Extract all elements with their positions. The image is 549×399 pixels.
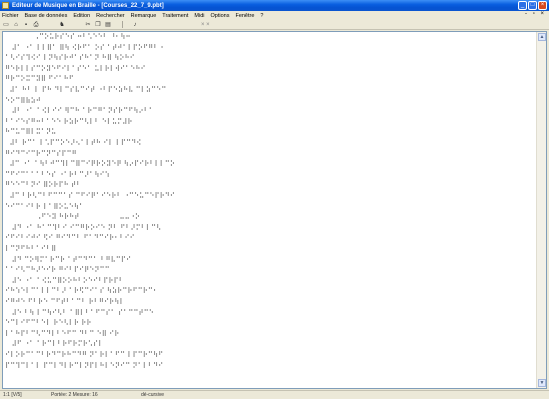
menu-bar: Fichier Base de données Edition Recherch… (0, 11, 549, 20)
toolbar-separator (122, 21, 123, 28)
braille-line[interactable]: ⠼⠃ ⠗⠉⠁ ⠇⠡⠏⠉⠕⠑⠜⠢⠁⠇⠞⠓ ⠊⠇ ⠇⠏⠉⠙⠪ (5, 139, 141, 147)
braille-line[interactable]: ⠁⠣⠊⠎⠹⠪⠊ ⠇⠝⠳⠎⠗⠚⠁⠎⠓⠁⠝ ⠓⠿ ⠳⠕⠓⠊ (5, 54, 135, 62)
braille-line[interactable]: ⠼⠁ ⠓⠃ ⠇ ⠏⠓ ⠙⠇⠉⠎⠧⠉⠊⠞ ⠐⠃⠏⠑⠵⠓⠧ ⠉⠇⠵⠉⠑⠉ (5, 86, 166, 94)
menu-options[interactable]: Options (210, 13, 229, 19)
status-position: 1:1 [V/5] (3, 392, 22, 398)
braille-line[interactable]: ⠊⠛⠚⠑ ⠋⠃⠗⠑ ⠉⠋⠞⠃⠁⠉⠃ ⠗⠃⠛⠊⠗⠳⠇ (5, 298, 124, 306)
braille-line[interactable]: ⠛⠗⠉⠕⠭⠉⠽⠿ ⠋⠊⠁⠓⠋ (5, 75, 74, 83)
menu-traitement[interactable]: Traitement (162, 13, 188, 19)
braille-line[interactable]: ⠉⠋⠊⠉⠁⠁⠁⠃⠑⠎ ⠐⠁⠗⠃⠉⠜⠁⠳⠊⠱ (5, 171, 110, 179)
minimize-icon[interactable]: _ (518, 1, 527, 10)
maximize-icon[interactable]: □ (528, 1, 537, 10)
status-parts: Portée: 2 Mesure: 16 (51, 392, 98, 398)
scroll-up-icon[interactable]: ▲ (538, 33, 546, 41)
braille-document[interactable]: ⠠⠉⠕⠥⠗⠎⠑⠎ ⠒⠃⠡⠑⠑⠃ ⠘⠂⠳⠒ ⠼⠁ ⠐⠁ ⠇⠇⠿⠁ ⠿⠳ ⠪⠗⠋⠁ … (5, 33, 536, 388)
menu-fenetre[interactable]: Fenêtre (235, 13, 254, 19)
braille-line[interactable]: ⠑⠉⠇⠊⠋⠉⠃⠑⠇ ⠗⠑⠣⠇⠗ ⠗⠗ (5, 319, 91, 327)
app-icon[interactable] (2, 2, 9, 9)
menu-edition[interactable]: Edition (73, 13, 90, 19)
braille-line[interactable]: ⠼⠉ ⠃⠗⠣⠉⠃⠋⠉⠉⠁⠎ ⠉⠋⠊⠟⠁⠊⠑⠗⠃ ⠐⠉⠑⠥⠉⠑⠏⠗⠙⠊ (5, 192, 175, 200)
play-icon[interactable]: ♪ (131, 21, 139, 29)
braille-line[interactable]: ⠇⠉⠝⠋⠓⠃⠁⠊⠃⠿ (5, 245, 56, 253)
braille-document-frame: ⠠⠉⠕⠥⠗⠎⠑⠎ ⠒⠃⠡⠑⠑⠃ ⠘⠂⠳⠒ ⠼⠁ ⠐⠁ ⠇⠇⠿⠁ ⠿⠳ ⠪⠗⠋⠁ … (2, 31, 547, 389)
braille-line[interactable]: ⠼⠋ ⠐⠁ ⠁⠗⠉⠇⠃⠗⠋⠗⠍⠗⠡⠎⠇ (5, 340, 104, 348)
braille-line[interactable]: ⠛⠑⠑⠉⠃⠝⠊ ⠿⠕⠗⠏⠓ ⠞⠃ (5, 181, 81, 189)
close-icon[interactable]: × (538, 1, 547, 10)
paste-icon[interactable]: ▤ (104, 21, 112, 29)
braille-line[interactable]: ⠼⠃ ⠐⠁ ⠁⠪⠇⠊⠊ ⠻⠉⠓ ⠁⠗⠉⠛⠁⠝⠎⠗⠉⠋⠳⠔⠃⠁ (5, 107, 154, 115)
vertical-scrollbar[interactable]: ▲ ▼ (536, 32, 546, 388)
menu-help[interactable]: ? (260, 13, 263, 19)
braille-line[interactable]: ⠏⠉⠹⠉⠇⠁⠇ ⠏⠉⠇⠙⠇⠗⠉⠇⠝⠏⠇⠓⠇⠑⠝⠊⠉ ⠝⠁⠇⠃⠙⠊ (5, 362, 163, 370)
title-bar[interactable]: Editeur de Musique en Braille - [Courses… (0, 0, 549, 11)
copy-icon[interactable]: ❐ (94, 21, 102, 29)
save-icon[interactable]: ▪ (22, 21, 30, 29)
window-controls: _ □ × (518, 1, 547, 10)
braille-line[interactable]: ⠊⠓⠱⠑⠇⠉⠁⠇⠇⠉⠃⠜ ⠁⠗⠫⠉⠊⠁⠎ ⠳⠵⠗⠉⠗⠋⠉⠗⠉⠂ (5, 287, 158, 295)
menu-base-de-donnees[interactable]: Base de données (25, 13, 68, 19)
extra-tool-glyphs[interactable]: × × (201, 21, 210, 29)
braille-line[interactable]: ⠼⠙ ⠐⠁ ⠓⠁⠉⠹⠃⠊ ⠊⠉⠛⠗⠕⠊⠑ ⠝⠃ ⠋⠃⠜⠍⠃⠇⠉⠣ (5, 224, 162, 232)
menu-fichier[interactable]: Fichier (2, 13, 19, 19)
scroll-down-icon[interactable]: ▼ (538, 379, 546, 387)
braille-line[interactable]: ⠃⠁⠊⠑⠎⠛⠒⠃⠁⠑⠑ ⠗⠵⠗⠉⠣⠇⠃ ⠑⠇⠥⠍⠼⠗ (5, 118, 133, 126)
print-icon[interactable]: ⎙ (32, 21, 40, 29)
braille-line[interactable]: ⠑⠕⠉⠿⠷⠵⠚ (5, 97, 41, 105)
status-bar: 1:1 [V/5] Portée: 2 Mesure: 16 dé-cursiv… (0, 390, 549, 399)
new-icon[interactable]: ▭ (2, 21, 10, 29)
cut-icon[interactable]: ✂ (84, 21, 92, 29)
braille-line[interactable]: ⠼⠑ ⠐⠁ ⠁⠪⠥⠉⠿⠕⠕⠓⠃⠕⠑⠊⠃⠏⠗⠏⠃ (5, 277, 124, 285)
toolbar: ▭ ⌂ ▪ ⎙ ♞ ✂ ❐ ▤ ♪ × × (0, 20, 549, 30)
open-icon[interactable]: ⌂ (12, 21, 20, 29)
braille-line[interactable]: ⠊⠇⠕⠗⠉⠁⠉⠃⠗⠙⠉⠗⠓⠉⠙⠛ ⠝⠁⠗⠇⠁⠋⠉ ⠇⠏⠉⠗⠉⠳⠋ (5, 351, 163, 359)
braille-line[interactable]: ⠛⠊⠙⠉⠊⠉⠗⠉⠝⠉⠎⠏⠉⠛ (5, 150, 77, 158)
braille-line[interactable]: ⠛⠑⠗⠇⠇⠎⠉⠕⠽⠑⠋⠊⠇⠁⠎⠑⠁ ⠥⠇⠗⠇⠺⠊⠁⠑⠓⠊ (5, 65, 146, 73)
menu-remarque[interactable]: Remarque (131, 13, 157, 19)
braille-line[interactable]: ⠠⠋⠑⠽ ⠓⠗⠓⠞ ⠤⠤⠐⠕ (5, 213, 140, 221)
braille-line[interactable]: ⠊⠋⠊⠃⠊⠚⠊ ⠫⠊ ⠛⠊⠙⠉⠃ ⠋⠁⠙⠉⠊⠗⠂⠃⠊⠊ (5, 234, 135, 242)
braille-line[interactable]: ⠁⠁⠊⠣⠉⠓⠜⠑⠊⠗ ⠛⠊⠃⠏⠊⠟⠑⠝⠉⠉ (5, 266, 110, 274)
braille-line[interactable]: ⠼⠁ ⠐⠁ ⠇⠇⠿⠁ ⠿⠳ ⠪⠗⠋⠁ ⠕⠎ ⠁⠞⠚⠁⠇⠏⠕⠋⠛⠃ ⠂ (5, 44, 166, 52)
find-icon[interactable]: ♞ (58, 21, 66, 29)
braille-line[interactable]: ⠼⠑ ⠃⠳ ⠇⠉⠳⠊⠣⠃ ⠁⠿⠇⠃⠁⠋⠉⠎⠁ ⠎⠁⠉⠉⠞⠉⠑ (5, 309, 154, 317)
menu-rechercher[interactable]: Rechercher (96, 13, 124, 19)
braille-line[interactable]: ⠠⠉⠕⠥⠗⠎⠑⠎ ⠒⠃⠡⠑⠑⠃ ⠘⠂⠳⠒ (5, 33, 131, 41)
braille-line[interactable]: ⠼⠙ ⠉⠕⠻⠍⠁⠗⠉⠗ ⠁⠞⠉⠙⠉⠁ ⠃⠛⠧⠉⠏⠊ (5, 256, 131, 264)
app-window: Editeur de Musique en Braille - [Courses… (0, 0, 549, 399)
braille-line[interactable]: ⠑⠊⠉⠁⠊⠃⠗ ⠇⠁⠿⠕⠥⠑⠳⠁ (5, 203, 84, 211)
braille-line[interactable]: ⠇⠁⠓⠏⠃⠉⠣⠉⠙⠇⠃⠑⠋⠉ ⠙⠃⠉ ⠑⠿ ⠊⠗ (5, 330, 119, 338)
mdi-window-controls[interactable]: - ▫ × (525, 11, 546, 17)
braille-line[interactable]: ⠓⠉⠥⠉⠿⠇⠭⠁⠝⠥ (5, 128, 56, 136)
menu-midi[interactable]: Midi (194, 13, 204, 19)
braille-line[interactable]: ⠼⠉ ⠐⠁ ⠁⠳⠃⠚⠉⠹⠇⠉⠿⠉⠊⠟⠗⠕⠽⠑⠟ ⠳⠔⠏⠊⠗⠃⠇⠇⠉⠕ (5, 160, 175, 168)
status-mode: dé-cursive (141, 392, 165, 398)
window-title: Editeur de Musique en Braille - [Courses… (12, 2, 164, 9)
